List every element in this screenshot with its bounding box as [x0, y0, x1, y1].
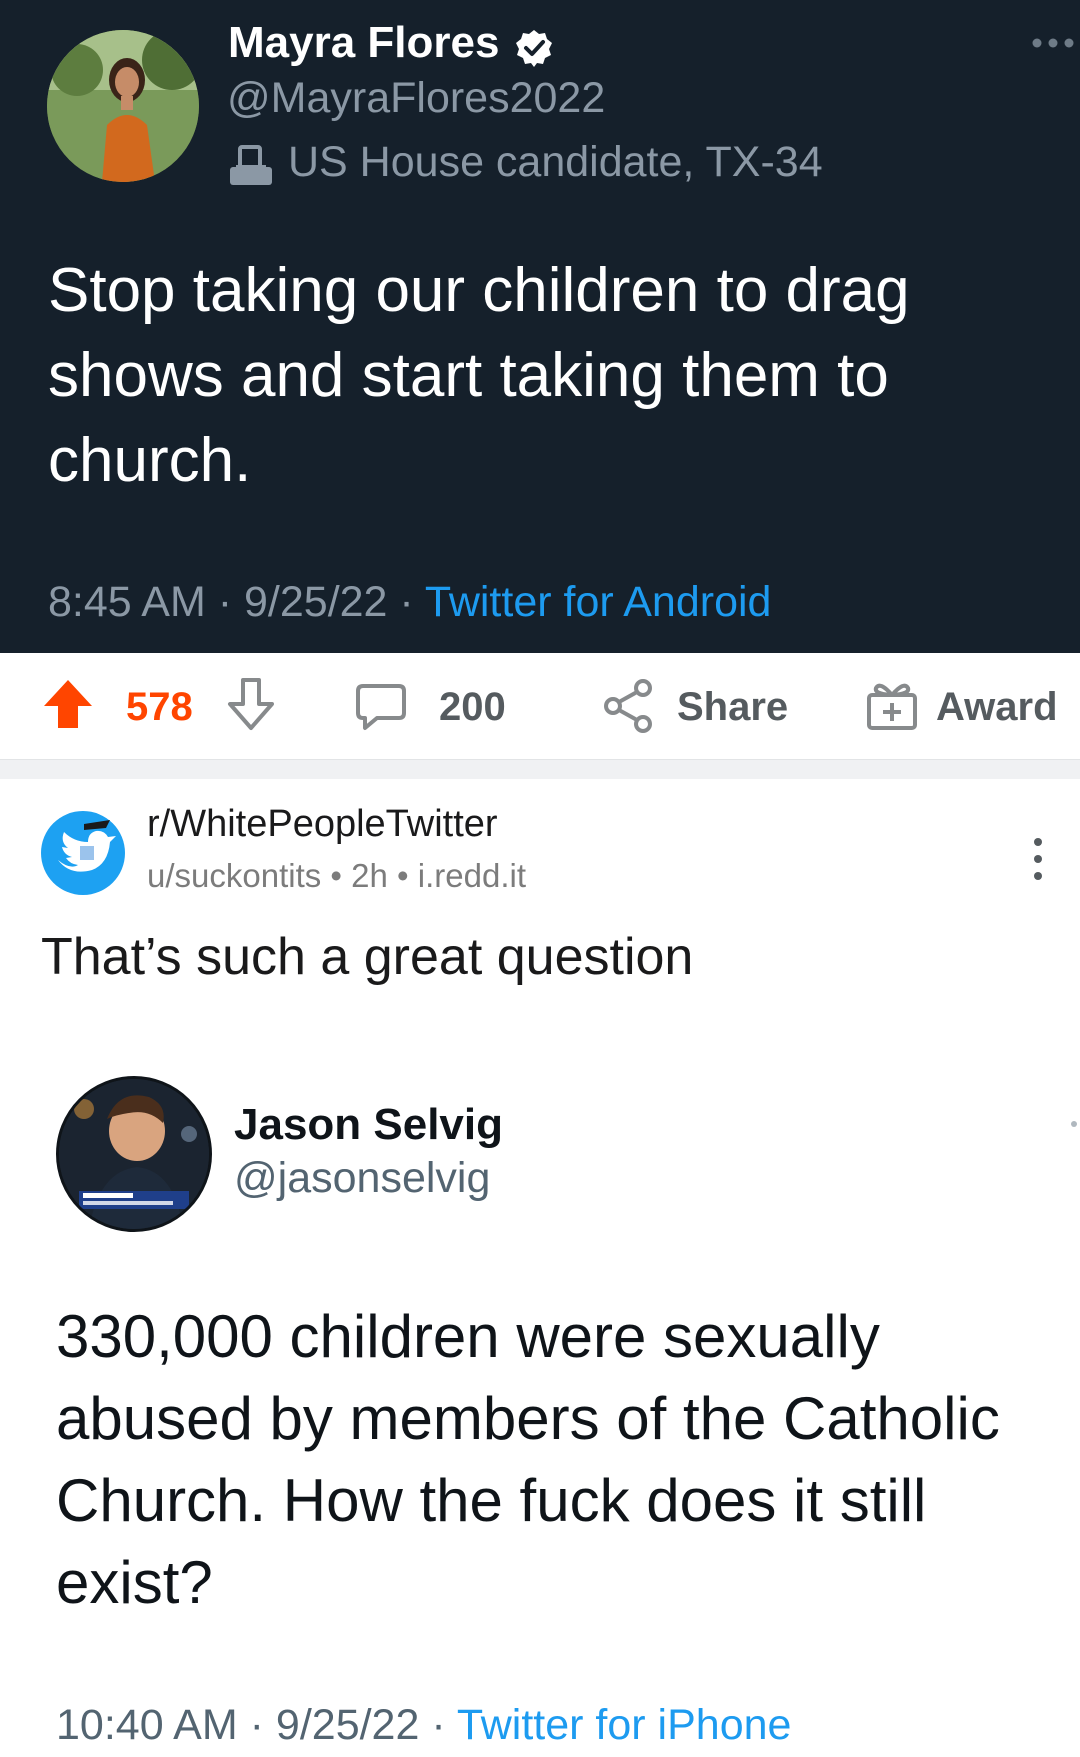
post-divider	[0, 759, 1080, 779]
post-options-icon[interactable]	[1028, 834, 1048, 884]
subreddit-avatar-icon[interactable]	[40, 810, 126, 896]
award-gift-icon[interactable]	[866, 679, 918, 731]
tweet-text: 330,000 children were sexually abused by…	[56, 1303, 1000, 1616]
more-options-icon[interactable]	[1030, 36, 1076, 50]
post-domain[interactable]: i.redd.it	[418, 857, 526, 894]
tweet-author-name[interactable]: Mayra Flores	[228, 18, 499, 68]
subreddit-name[interactable]: r/WhitePeopleTwitter	[147, 803, 498, 846]
tweet-author-handle[interactable]: @jasonselvig	[234, 1154, 490, 1203]
tweet-timestamp: 10:40 AM · 9/25/22 · Twitter for iPhone	[56, 1701, 791, 1750]
downvote-arrow-icon[interactable]	[226, 677, 276, 731]
meta-separator: ·	[399, 578, 414, 626]
more-options-icon[interactable]	[1071, 1121, 1077, 1127]
comment-count[interactable]: 200	[439, 685, 506, 730]
meta-bullet: •	[330, 857, 342, 894]
award-button[interactable]: Award	[936, 685, 1058, 730]
meta-separator: ·	[431, 1701, 446, 1749]
upvote-arrow-icon[interactable]	[42, 678, 94, 730]
share-icon[interactable]	[604, 679, 654, 733]
tweet-source-link[interactable]: Twitter for Android	[425, 578, 772, 626]
jason-selvig-avatar[interactable]	[56, 1076, 212, 1232]
meta-separator: ·	[217, 578, 233, 626]
vote-score: 578	[126, 685, 193, 729]
meta-separator: ·	[249, 1701, 264, 1749]
post-action-bar: 578 200 Share Award	[0, 653, 1080, 759]
post-title[interactable]: That’s such a great question	[41, 927, 693, 987]
tweet-author-name[interactable]: Jason Selvig	[234, 1100, 503, 1150]
tweet-author-handle[interactable]: @MayraFlores2022	[227, 74, 605, 123]
comment-bubble-icon[interactable]	[355, 683, 407, 731]
post-author[interactable]: u/suckontits	[147, 857, 321, 894]
tweet-screenshot-mayra-flores: Mayra Flores @MayraFlores2022 US House c…	[0, 0, 1080, 653]
reddit-post: r/WhitePeopleTwitter u/suckontits • 2h •…	[0, 779, 1080, 1757]
tweet-source-link[interactable]: Twitter for iPhone	[457, 1701, 792, 1749]
account-label: US House candidate, TX-34	[288, 138, 823, 186]
tweet-timestamp: 8:45 AM · 9/25/22 · Twitter for Android	[48, 578, 771, 627]
mayra-flores-avatar[interactable]	[47, 30, 199, 182]
tweet-text: Stop taking our children to drag shows a…	[48, 256, 910, 495]
verified-badge-icon	[516, 30, 552, 67]
meta-bullet: •	[397, 857, 409, 894]
tweet-time: 10:40 AM	[56, 1701, 238, 1749]
ballot-box-icon	[230, 145, 272, 185]
post-age: 2h	[351, 857, 388, 894]
tweet-date: 9/25/22	[244, 578, 388, 626]
share-button[interactable]: Share	[677, 685, 788, 730]
tweet-time: 8:45 AM	[48, 578, 206, 626]
post-meta: u/suckontits • 2h • i.redd.it	[147, 857, 526, 895]
tweet-date: 9/25/22	[275, 1701, 420, 1749]
